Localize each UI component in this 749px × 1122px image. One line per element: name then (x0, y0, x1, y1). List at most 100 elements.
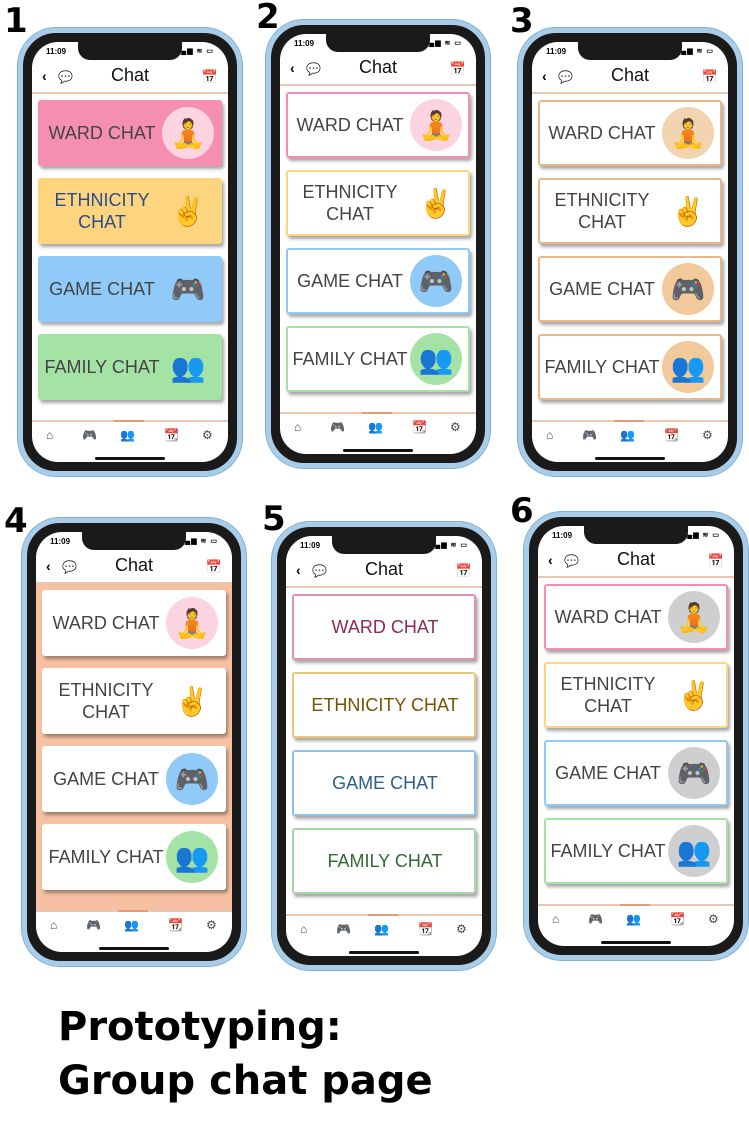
chat-card[interactable]: GAME CHAT (292, 750, 476, 816)
tab-home-icon[interactable]: ⌂ (552, 912, 559, 926)
chat-card[interactable]: FAMILY CHAT 👥 (286, 326, 470, 392)
chat-card[interactable]: ETHNICITY CHAT ✌ (538, 178, 722, 244)
chat-card[interactable]: WARD CHAT 🧘 (544, 584, 728, 650)
phone-notch (78, 42, 182, 60)
tab-games-icon[interactable]: 🎮 (82, 428, 97, 442)
chat-list: WARD CHAT ETHNICITY CHAT GAME CHAT FAMIL… (286, 588, 482, 916)
chat-card-label: ETHNICITY CHAT (58, 680, 154, 722)
chat-card-label: WARD CHAT (548, 123, 656, 143)
tab-settings-icon[interactable]: ⚙ (702, 428, 713, 442)
chat-card-icon: 🧘 (166, 597, 218, 649)
tab-settings-icon[interactable]: ⚙ (450, 420, 461, 434)
chat-card-label: GAME CHAT (549, 279, 655, 299)
tab-settings-icon[interactable]: ⚙ (202, 428, 213, 442)
tab-games-icon[interactable]: 🎮 (330, 420, 345, 434)
chat-card[interactable]: GAME CHAT 🎮 (38, 256, 222, 322)
tab-calendar-icon[interactable]: 📆 (412, 420, 427, 434)
phone-notch (326, 34, 430, 52)
phone-screen: 11:09 ▂▄▆ ≋ ▭ ‹ 💬 Chat 📅 WARD CHAT 🧘 ETH… (538, 526, 734, 946)
active-tab-indicator (362, 412, 392, 414)
chat-card[interactable]: WARD CHAT 🧘 (286, 92, 470, 158)
chat-card[interactable]: ETHNICITY CHAT ✌ (38, 178, 222, 244)
chat-card[interactable]: ETHNICITY CHAT (292, 672, 476, 738)
tab-groups-icon[interactable]: 👥 (124, 918, 139, 932)
chat-list: WARD CHAT 🧘 ETHNICITY CHAT ✌ GAME CHAT 🎮… (36, 584, 232, 912)
tab-settings-icon[interactable]: ⚙ (456, 922, 467, 936)
chat-card-icon: 🎮 (162, 263, 214, 315)
chat-card-icon: 👥 (166, 831, 218, 883)
tab-games-icon[interactable]: 🎮 (86, 918, 101, 932)
chat-card-label: ETHNICITY CHAT (560, 674, 656, 716)
tab-calendar-icon[interactable]: 📆 (164, 428, 179, 442)
chat-card-label: GAME CHAT (49, 279, 155, 299)
chat-card[interactable]: FAMILY CHAT 👥 (538, 334, 722, 400)
chat-card-icon: 🧘 (410, 99, 462, 151)
bottom-tab-bar: ⌂ 🎮 👥 📆 ⚙ (32, 420, 228, 462)
tab-groups-icon[interactable]: 👥 (626, 912, 641, 926)
chat-card-icon: 🧘 (162, 107, 214, 159)
tab-groups-icon[interactable]: 👥 (120, 428, 135, 442)
variant-number-2: 2 (256, 0, 280, 37)
tab-home-icon[interactable]: ⌂ (546, 428, 553, 442)
tab-calendar-icon[interactable]: 📆 (168, 918, 183, 932)
chat-card-icon: ✌ (166, 675, 218, 727)
tab-games-icon[interactable]: 🎮 (336, 922, 351, 936)
status-time: 11:09 (546, 47, 567, 56)
tab-settings-icon[interactable]: ⚙ (708, 912, 719, 926)
tab-games-icon[interactable]: 🎮 (588, 912, 603, 926)
calendar-icon[interactable]: 📅 (202, 69, 218, 85)
chat-card[interactable]: FAMILY CHAT 👥 (544, 818, 728, 884)
chat-card-label: FAMILY CHAT (44, 357, 160, 377)
variant-number-6: 6 (510, 491, 534, 531)
chat-card[interactable]: WARD CHAT 🧘 (538, 100, 722, 166)
phone-mockup-1: 11:09 ▂▄▆ ≋ ▭ ‹ 💬 Chat 📅 WARD CHAT 🧘 ETH… (18, 28, 242, 476)
tab-home-icon[interactable]: ⌂ (50, 918, 57, 932)
phone-mockup-5: 11:09 ▂▄▆ ≋ ▭ ‹ 💬 Chat 📅 WARD CHAT ETHNI… (272, 522, 496, 970)
tab-home-icon[interactable]: ⌂ (46, 428, 53, 442)
chat-card[interactable]: ETHNICITY CHAT ✌ (286, 170, 470, 236)
variant-number-1: 1 (4, 1, 28, 41)
tab-calendar-icon[interactable]: 📆 (664, 428, 679, 442)
chat-list: WARD CHAT 🧘 ETHNICITY CHAT ✌ GAME CHAT 🎮… (538, 578, 734, 906)
chat-card[interactable]: FAMILY CHAT 👥 (38, 334, 222, 400)
app-header: ‹ 💬 Chat 📅 (32, 62, 228, 94)
chat-card[interactable]: ETHNICITY CHAT ✌ (42, 668, 226, 734)
chat-card-label: FAMILY CHAT (550, 841, 666, 861)
chat-card[interactable]: FAMILY CHAT (292, 828, 476, 894)
home-indicator (343, 449, 413, 452)
calendar-icon[interactable]: 📅 (708, 553, 724, 569)
tab-home-icon[interactable]: ⌂ (300, 922, 307, 936)
tab-groups-icon[interactable]: 👥 (374, 922, 389, 936)
tab-groups-icon[interactable]: 👥 (620, 428, 635, 442)
chat-card[interactable]: WARD CHAT (292, 594, 476, 660)
calendar-icon[interactable]: 📅 (702, 69, 718, 85)
tab-games-icon[interactable]: 🎮 (582, 428, 597, 442)
tab-groups-icon[interactable]: 👥 (368, 420, 383, 434)
chat-card-icon: 👥 (662, 341, 714, 393)
chat-card-icon: 🎮 (662, 263, 714, 315)
calendar-icon[interactable]: 📅 (456, 563, 472, 579)
chat-card-label: WARD CHAT (52, 613, 160, 633)
calendar-icon[interactable]: 📅 (206, 559, 222, 575)
tab-home-icon[interactable]: ⌂ (294, 420, 301, 434)
variant-number-4: 4 (4, 501, 28, 541)
chat-card[interactable]: GAME CHAT 🎮 (42, 746, 226, 812)
page-title: Chat (364, 559, 404, 579)
chat-card-label: GAME CHAT (297, 271, 403, 291)
active-tab-indicator (118, 910, 148, 912)
chat-card[interactable]: FAMILY CHAT 👥 (42, 824, 226, 890)
chat-card[interactable]: WARD CHAT 🧘 (38, 100, 222, 166)
phone-screen: 11:09 ▂▄▆ ≋ ▭ ‹ 💬 Chat 📅 WARD CHAT 🧘 ETH… (36, 532, 232, 952)
chat-card-label: FAMILY CHAT (327, 851, 443, 871)
chat-card[interactable]: GAME CHAT 🎮 (286, 248, 470, 314)
chat-card[interactable]: ETHNICITY CHAT ✌ (544, 662, 728, 728)
phone-mockup-3: 11:09 ▂▄▆ ≋ ▭ ‹ 💬 Chat 📅 WARD CHAT 🧘 ETH… (518, 28, 742, 476)
chat-card[interactable]: GAME CHAT 🎮 (544, 740, 728, 806)
tab-settings-icon[interactable]: ⚙ (206, 918, 217, 932)
page-title: Chat (114, 555, 154, 575)
tab-calendar-icon[interactable]: 📆 (670, 912, 685, 926)
tab-calendar-icon[interactable]: 📆 (418, 922, 433, 936)
chat-card[interactable]: GAME CHAT 🎮 (538, 256, 722, 322)
calendar-icon[interactable]: 📅 (450, 61, 466, 77)
chat-card[interactable]: WARD CHAT 🧘 (42, 590, 226, 656)
